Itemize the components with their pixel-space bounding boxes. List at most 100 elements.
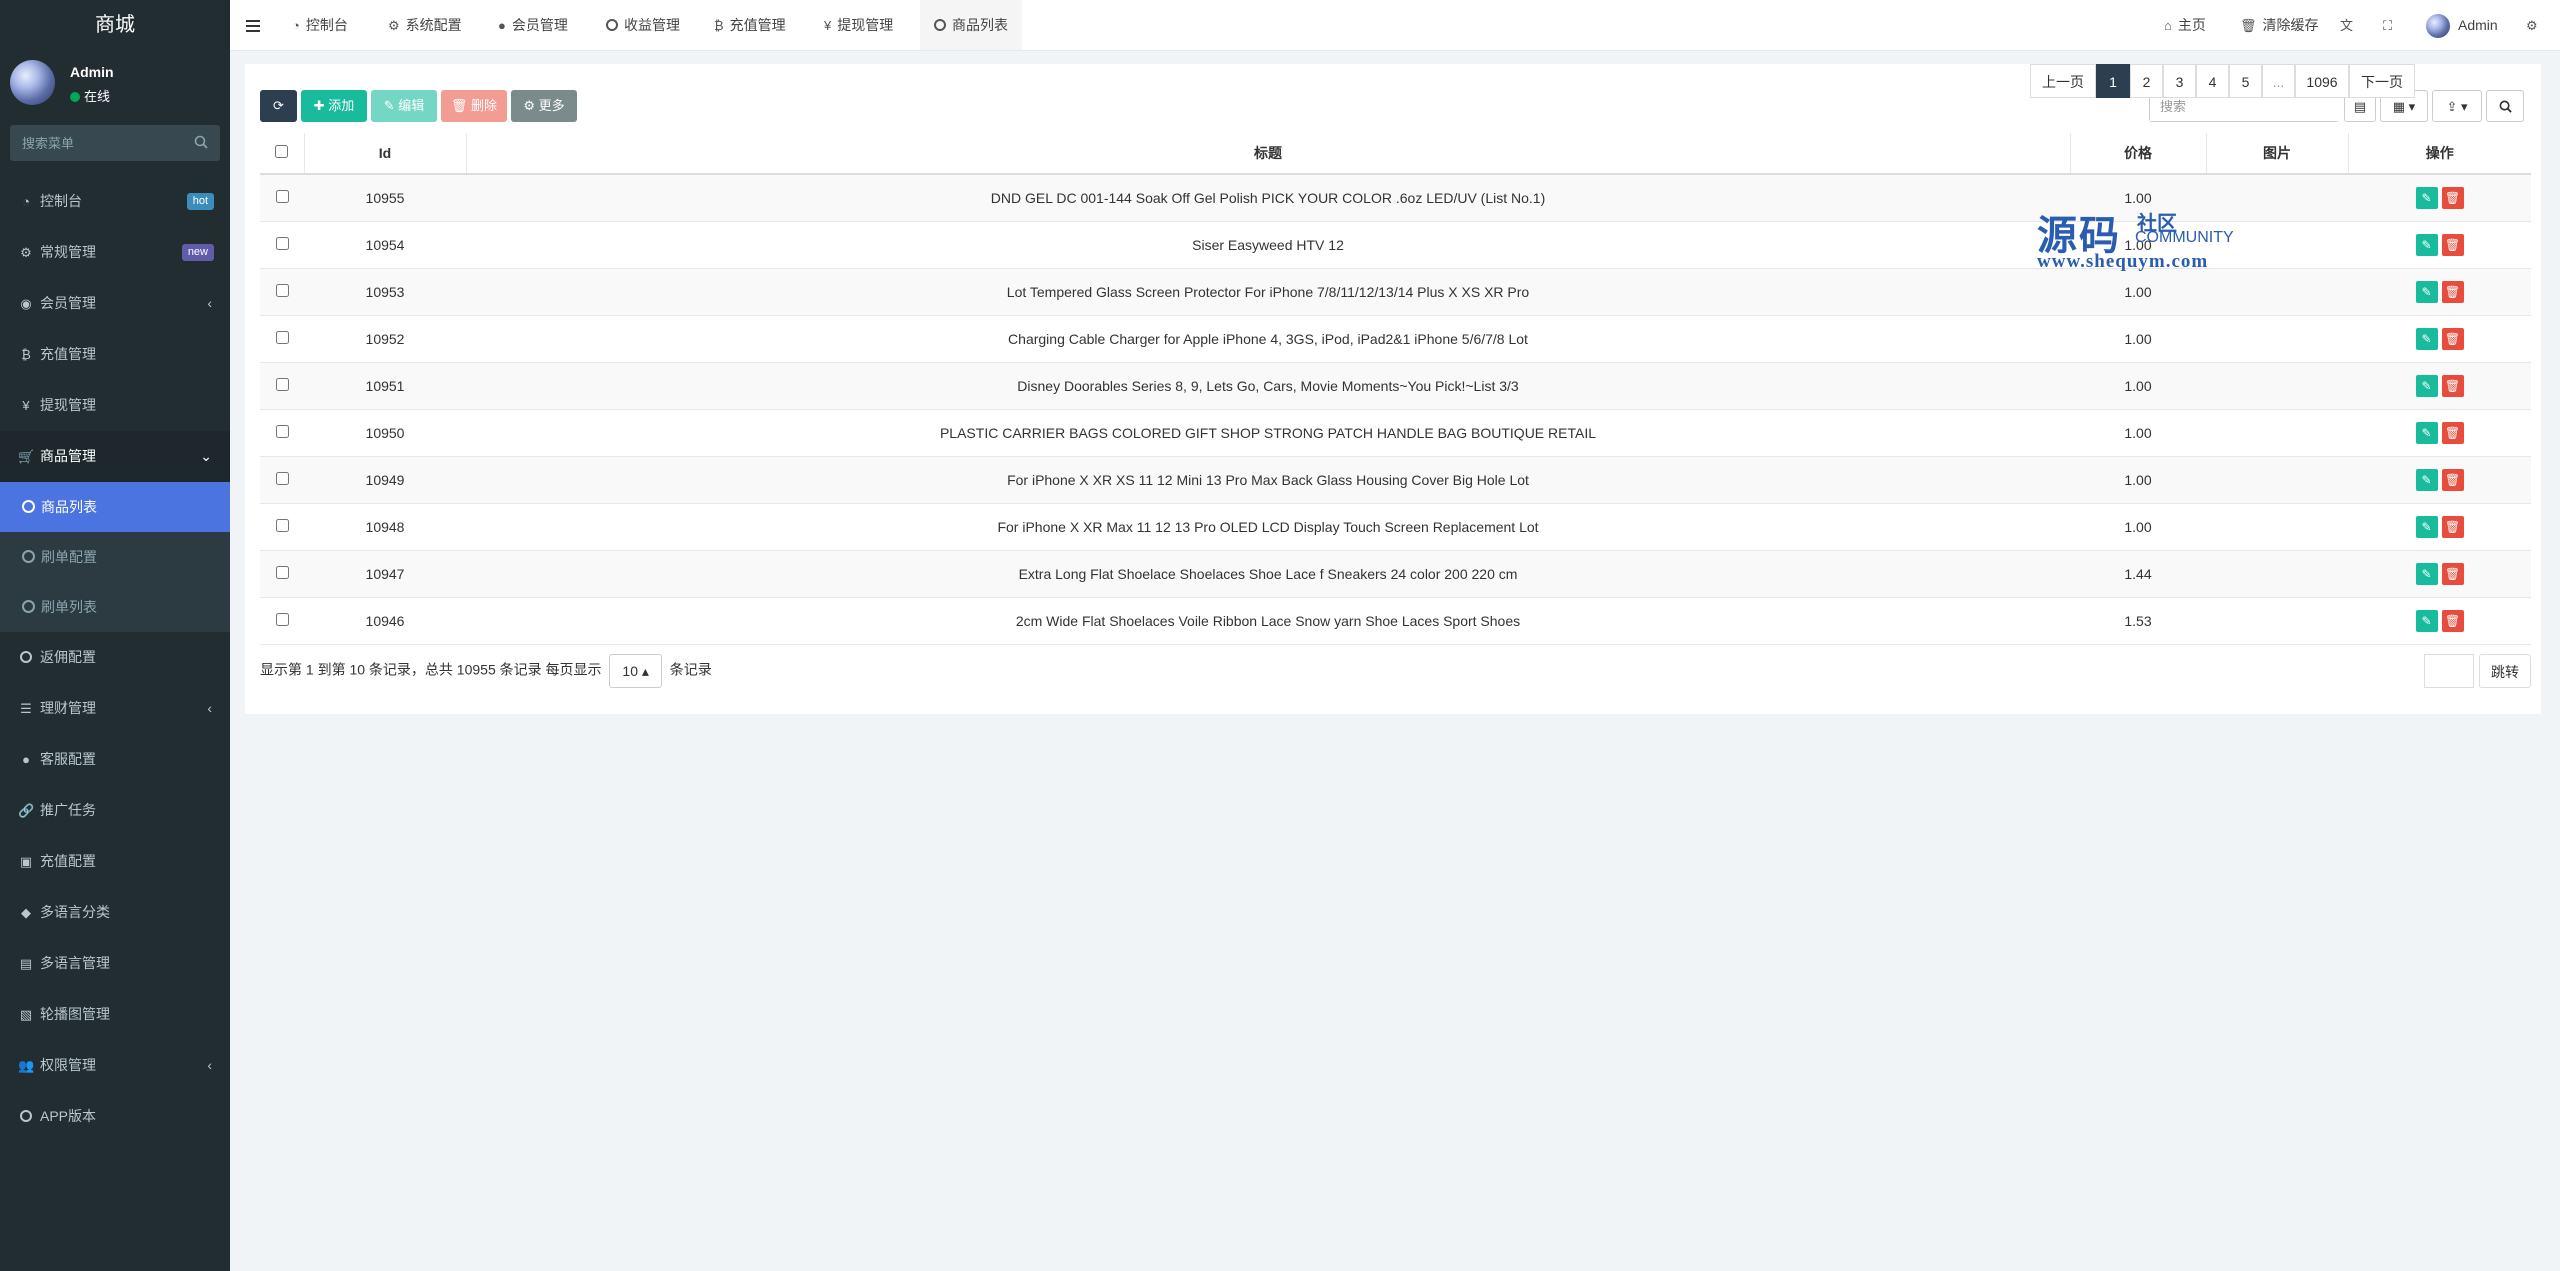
- jump-page-input[interactable]: [2424, 654, 2474, 688]
- row-checkbox[interactable]: [275, 237, 289, 250]
- page-size-select[interactable]: 10 ▴: [609, 654, 662, 688]
- sidebar-item-lang-category[interactable]: ◆ 多语言分类: [0, 887, 230, 938]
- row-delete-button[interactable]: 🗑: [2441, 469, 2464, 491]
- tab-system-config[interactable]: ⚙ 系统配置: [388, 0, 462, 50]
- edit-button[interactable]: ✎ 编辑: [371, 90, 437, 122]
- sidebar-item-order-config[interactable]: 刷单配置: [0, 532, 230, 582]
- page-5[interactable]: 5: [2229, 64, 2262, 98]
- sidebar-item-goods-list[interactable]: 商品列表: [0, 482, 230, 532]
- page-last[interactable]: 1096: [2295, 64, 2349, 98]
- sidebar-item-app-version[interactable]: APP版本: [0, 1091, 230, 1142]
- brand-logo[interactable]: 商城: [0, 0, 230, 50]
- row-delete-button[interactable]: 🗑: [2441, 328, 2464, 350]
- language-toggle-button[interactable]: 文: [2340, 0, 2359, 50]
- tab-goods-list[interactable]: 商品列表: [920, 0, 1022, 50]
- page-3[interactable]: 3: [2163, 64, 2196, 98]
- prev-page-button[interactable]: 上一页: [2030, 64, 2096, 98]
- sidebar-item-label: 充值管理: [40, 346, 96, 362]
- tab-members[interactable]: ● 会员管理: [498, 0, 568, 50]
- sidebar-item-goods[interactable]: 🛒 商品管理 ⌄: [0, 431, 230, 482]
- sidebar-item-banner[interactable]: ▧ 轮播图管理: [0, 989, 230, 1040]
- fullscreen-button[interactable]: ⛶: [2383, 0, 2398, 50]
- clear-cache-label: 清除缓存: [2262, 17, 2319, 33]
- sidebar-item-recharge[interactable]: ₿ 充值管理: [0, 329, 230, 380]
- row-id: 10949: [304, 456, 466, 504]
- refresh-button[interactable]: ⟳: [260, 90, 297, 122]
- row-checkbox[interactable]: [275, 613, 289, 626]
- next-page-button[interactable]: 下一页: [2349, 64, 2415, 98]
- tab-label: 商品列表: [952, 17, 1008, 33]
- page-1[interactable]: 1: [2096, 64, 2130, 98]
- menu-search-input[interactable]: [10, 125, 204, 161]
- sidebar-item-dashboard[interactable]: ◔ 控制台 hot: [0, 176, 230, 227]
- row-edit-button[interactable]: ✎: [2415, 610, 2438, 632]
- tab-earnings[interactable]: 收益管理: [606, 0, 680, 50]
- sidebar-item-lang-manage[interactable]: ▤ 多语言管理: [0, 938, 230, 989]
- row-delete-button[interactable]: 🗑: [2441, 187, 2464, 209]
- sidebar-item-order-list[interactable]: 刷单列表: [0, 582, 230, 632]
- row-checkbox[interactable]: [275, 472, 289, 485]
- user-status-text: 在线: [84, 89, 111, 104]
- row-delete-button[interactable]: 🗑: [2441, 610, 2464, 632]
- sidebar-item-withdraw[interactable]: ¥ 提现管理: [0, 380, 230, 431]
- sidebar-item-service[interactable]: ● 客服配置: [0, 734, 230, 785]
- table-header-row: Id 标题 价格 图片 操作: [260, 133, 2531, 175]
- tab-dashboard[interactable]: ◔ 控制台: [292, 0, 348, 50]
- pencil-icon: ✎: [383, 98, 399, 113]
- row-delete-button[interactable]: 🗑: [2441, 422, 2464, 444]
- row-edit-button[interactable]: ✎: [2415, 563, 2438, 585]
- row-delete-button[interactable]: 🗑: [2441, 234, 2464, 256]
- page-4[interactable]: 4: [2196, 64, 2229, 98]
- row-edit-button[interactable]: ✎: [2415, 187, 2438, 209]
- more-button[interactable]: ⚙ 更多: [511, 90, 577, 122]
- tab-label: 系统配置: [405, 17, 462, 33]
- sidebar-item-finance[interactable]: ☰ 理财管理 ‹: [0, 683, 230, 734]
- tab-withdraw[interactable]: ¥ 提现管理: [824, 0, 893, 50]
- settings-button[interactable]: ⚙: [2526, 0, 2544, 50]
- tab-recharge[interactable]: ₿ 充值管理: [714, 0, 786, 50]
- admin-menu[interactable]: Admin: [2426, 0, 2498, 50]
- table-row: 10951 Disney Doorables Series 8, 9, Lets …: [260, 362, 2531, 410]
- link-icon: 🔗: [18, 803, 35, 818]
- row-delete-button[interactable]: 🗑: [2441, 281, 2464, 303]
- row-checkbox[interactable]: [275, 425, 289, 438]
- sidebar-item-general[interactable]: ⚙ 常规管理 new: [0, 227, 230, 278]
- clear-cache-button[interactable]: 🗑 清除缓存: [2240, 0, 2319, 50]
- search-icon[interactable]: [194, 135, 208, 152]
- row-edit-button[interactable]: ✎: [2415, 328, 2438, 350]
- column-header-price[interactable]: 价格: [2070, 133, 2207, 175]
- user-name: Admin: [70, 64, 114, 80]
- column-header-title[interactable]: 标题: [466, 133, 2071, 175]
- row-checkbox[interactable]: [275, 378, 289, 391]
- row-edit-button[interactable]: ✎: [2415, 422, 2438, 444]
- home-link[interactable]: ⌂ 主页: [2164, 0, 2206, 50]
- row-delete-button[interactable]: 🗑: [2441, 563, 2464, 585]
- row-checkbox[interactable]: [275, 190, 289, 203]
- row-delete-button[interactable]: 🗑: [2441, 375, 2464, 397]
- row-edit-button[interactable]: ✎: [2415, 234, 2438, 256]
- advanced-search-button[interactable]: [2486, 90, 2524, 122]
- sidebar-item-recharge-config[interactable]: ▣ 充值配置: [0, 836, 230, 887]
- row-checkbox[interactable]: [275, 566, 289, 579]
- row-edit-button[interactable]: ✎: [2415, 375, 2438, 397]
- row-checkbox[interactable]: [275, 284, 289, 297]
- row-edit-button[interactable]: ✎: [2415, 469, 2438, 491]
- select-all-checkbox[interactable]: [275, 145, 289, 158]
- sidebar-item-permission[interactable]: 👥 权限管理 ‹: [0, 1040, 230, 1091]
- jump-button[interactable]: 跳转: [2479, 654, 2531, 688]
- row-checkbox[interactable]: [275, 331, 289, 344]
- row-edit-button[interactable]: ✎: [2415, 516, 2438, 538]
- add-button[interactable]: ✚ 添加: [301, 90, 367, 122]
- sidebar-item-rebate[interactable]: 返佣配置: [0, 632, 230, 683]
- row-checkbox[interactable]: [275, 519, 289, 532]
- user-panel: Admin 在线: [0, 50, 230, 120]
- sidebar-item-members[interactable]: ◉ 会员管理 ‹: [0, 278, 230, 329]
- page-2[interactable]: 2: [2130, 64, 2163, 98]
- row-edit-button[interactable]: ✎: [2415, 281, 2438, 303]
- sidebar-toggle-button[interactable]: [246, 0, 260, 50]
- row-delete-button[interactable]: 🗑: [2441, 516, 2464, 538]
- export-button[interactable]: ⇪ ▾: [2432, 90, 2482, 122]
- sidebar-item-promotion[interactable]: 🔗 推广任务: [0, 785, 230, 836]
- column-header-id[interactable]: Id: [304, 133, 467, 175]
- delete-button[interactable]: 🗑 删除: [441, 90, 507, 122]
